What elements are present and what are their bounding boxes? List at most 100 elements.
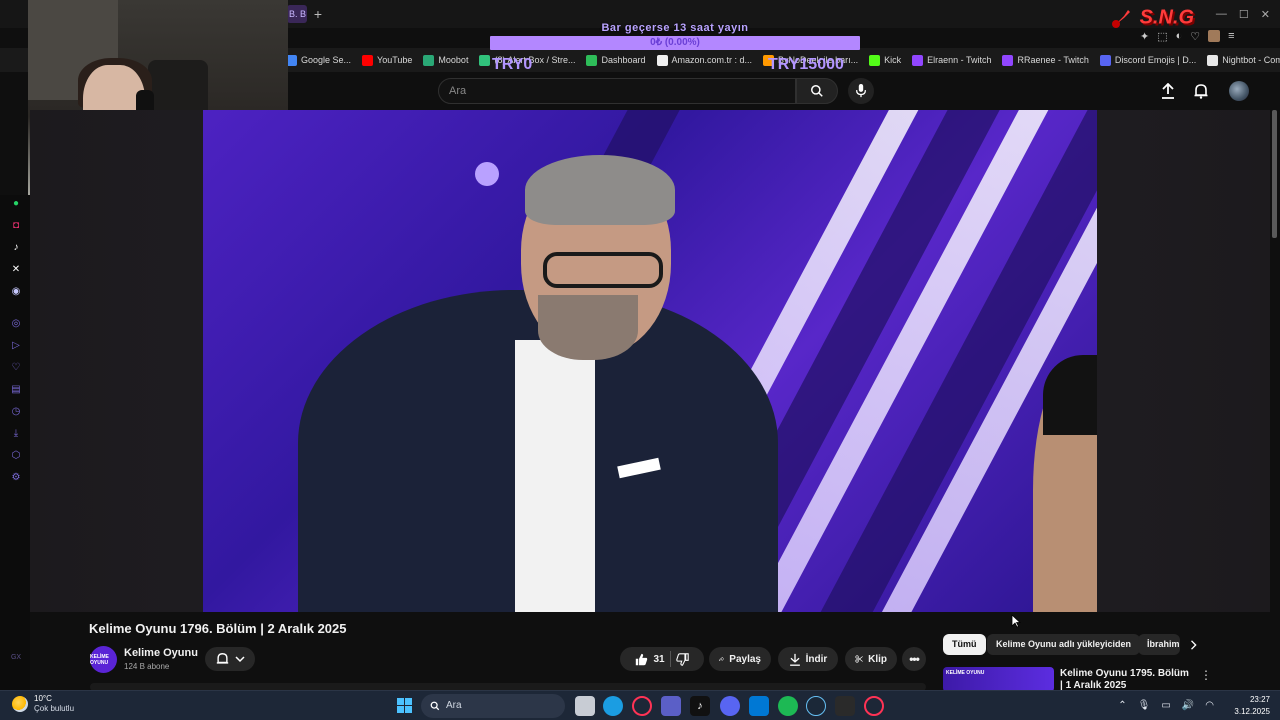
store-icon[interactable] [749, 696, 769, 716]
thumbs-down-icon [675, 652, 689, 666]
nightbot-icon [1207, 54, 1219, 66]
network-icon[interactable]: ◠ [1205, 700, 1214, 711]
display-icon[interactable]: ▭ [1161, 700, 1170, 711]
bookmark-item[interactable]: Nightbot - Comma... [1207, 54, 1280, 66]
filter-chip[interactable]: Tümü [943, 634, 986, 655]
bookmark-item[interactable]: Google Se... [286, 54, 351, 66]
bookmark-item[interactable]: Elraenn - Twitch [912, 54, 991, 66]
more-actions-button[interactable]: ••• [902, 647, 926, 671]
dislike-button[interactable] [675, 652, 689, 666]
system-clock[interactable]: 23:27 3.12.2025 [1234, 694, 1270, 718]
bookmark-item[interactable]: YouTube [362, 54, 413, 66]
donation-goal-bar: 0₺ (0.00%) [490, 36, 860, 50]
screenshot-icon[interactable]: ⬚ [1157, 30, 1167, 43]
guitar-logo-icon [1112, 10, 1130, 28]
weather-temperature: 10°C [34, 694, 52, 703]
discord-app-icon[interactable] [720, 696, 740, 716]
edge-icon[interactable] [603, 696, 623, 716]
bookmark-item[interactable]: Discord Emojis | D... [1099, 54, 1197, 66]
speed-dial-icon[interactable]: ◎ [10, 317, 22, 329]
heart-icon[interactable]: ♡ [1190, 30, 1200, 43]
instagram-icon[interactable]: ◘ [10, 219, 22, 231]
weather-widget[interactable]: 10°C Çok bulutlu [12, 694, 74, 714]
taskbar-search[interactable]: Ara [421, 694, 565, 718]
menu-icon[interactable]: ≡ [1228, 30, 1234, 43]
upload-button[interactable] [1159, 82, 1177, 100]
weather-icon [12, 696, 28, 712]
subscription-bell-button[interactable] [205, 647, 255, 671]
bookmark-item[interactable]: Dashboard [586, 54, 646, 66]
recommended-title[interactable]: Kelime Oyunu 1795. Bölüm | 1 Aralık 2025 [1060, 668, 1190, 690]
youtube-icon [362, 54, 374, 66]
browser-sidebar: ● ◘ ♪ ✕ ◉ ◎ ▷ ♡ ▤ ◷ ⤓ ⬡ ⚙ GX [0, 195, 30, 690]
epic-games-icon[interactable] [835, 696, 855, 716]
steam-icon[interactable] [806, 696, 826, 716]
download-button[interactable]: İndir [778, 647, 838, 671]
video-frame[interactable] [203, 110, 1097, 612]
streamer-logo: S.N.G [1110, 6, 1220, 50]
weather-description: Çok bulutlu [34, 704, 75, 713]
bookmark-item[interactable]: Kick [869, 54, 901, 66]
bookmark-item[interactable]: Moobot [423, 54, 468, 66]
history-icon[interactable]: ◷ [10, 405, 22, 417]
filter-chip[interactable]: İbrahim [1138, 634, 1180, 655]
clock-time: 23:27 [1249, 695, 1270, 704]
bookmark-item[interactable]: Amazon.com.tr : d... [656, 54, 752, 66]
chevron-up-icon[interactable]: ⌃ [1118, 700, 1126, 711]
player-icon[interactable]: ▷ [10, 339, 22, 351]
chevron-right-icon [1191, 640, 1197, 650]
maximize-icon[interactable]: ☐ [1239, 8, 1249, 21]
chips-next-button[interactable] [1187, 638, 1201, 652]
like-count: 31 [653, 653, 665, 665]
opera-gx-icon-2[interactable] [864, 696, 884, 716]
spotify-icon[interactable] [778, 696, 798, 716]
close-icon[interactable]: ✕ [1261, 8, 1270, 21]
volume-icon[interactable]: 🔊 [1182, 700, 1194, 711]
browser-tab-active[interactable]: B. B [287, 5, 307, 23]
page-scrollbar[interactable] [1272, 110, 1277, 238]
clip-button[interactable]: Klip [845, 647, 897, 671]
x-icon[interactable]: ✕ [10, 263, 22, 275]
extension-puzzle-icon[interactable]: ✦ [1140, 30, 1149, 43]
chevron-down-icon [234, 656, 245, 663]
donation-goal-max: TRY15000 [768, 56, 844, 73]
new-tab-button[interactable]: + [310, 5, 326, 23]
moobot-icon [423, 54, 435, 66]
recommended-menu-icon[interactable]: ⋮ [1200, 669, 1212, 684]
window-controls: — ☐ ✕ [1216, 8, 1270, 21]
teams-icon[interactable] [661, 696, 681, 716]
shield-icon[interactable]: ◐ [1176, 30, 1183, 43]
search-button[interactable] [796, 78, 838, 104]
voice-search-button[interactable] [848, 78, 874, 104]
task-view-icon[interactable] [575, 696, 595, 716]
profile-icon[interactable] [1208, 30, 1221, 42]
channel-subscriber-count: 124 B abone [124, 662, 170, 671]
start-button[interactable] [397, 698, 412, 713]
tabs-icon[interactable]: ▤ [10, 383, 22, 395]
account-avatar[interactable] [1229, 81, 1249, 101]
search-input[interactable]: Ara [438, 78, 796, 104]
whatsapp-icon[interactable]: ● [10, 197, 22, 209]
bookmark-item[interactable]: RRaenee - Twitch [1002, 54, 1089, 66]
like-button[interactable]: 31 [635, 653, 665, 666]
opera-gx-icon[interactable] [632, 696, 652, 716]
upload-icon [1162, 83, 1174, 99]
gx-icon[interactable]: GX [10, 651, 22, 663]
discord-icon[interactable]: ◉ [10, 285, 22, 297]
notifications-button[interactable] [1192, 82, 1210, 100]
filter-chip[interactable]: Kelime Oyunu adlı yükleyiciden [987, 634, 1141, 655]
microphone-tray-icon[interactable]: 🎙 [1138, 700, 1151, 711]
share-button[interactable]: Paylaş [709, 647, 771, 671]
channel-name[interactable]: Kelime Oyunu [124, 647, 198, 659]
channel-avatar[interactable]: KELİME OYUNU [90, 646, 117, 673]
bookmark-label: Discord Emojis | D... [1114, 55, 1197, 65]
extensions-icon[interactable]: ⬡ [10, 449, 22, 461]
bookmark-label: YouTube [377, 55, 413, 65]
settings-icon[interactable]: ⚙ [10, 471, 22, 483]
tiktok-app-icon[interactable]: ♪ [690, 696, 710, 716]
favorites-icon[interactable]: ♡ [10, 361, 22, 373]
tiktok-icon[interactable]: ♪ [10, 241, 22, 253]
recommended-thumbnail[interactable]: KELİME OYUNU [943, 667, 1054, 692]
downloads-icon[interactable]: ⤓ [10, 427, 22, 439]
streamer-logo-text: S.N.G [1139, 6, 1195, 29]
